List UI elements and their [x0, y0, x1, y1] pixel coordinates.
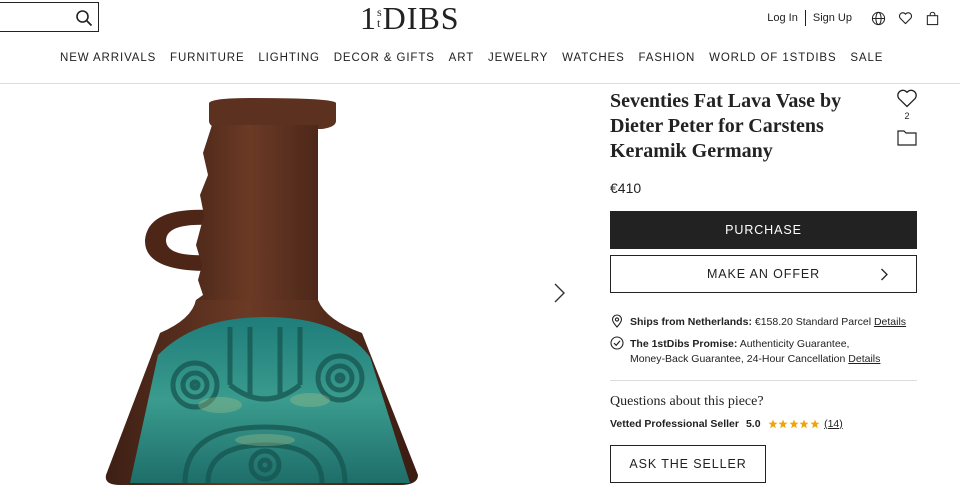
logo-dibs: DIBS — [382, 0, 460, 36]
promise-line1: Authenticity Guarantee, — [737, 338, 850, 350]
nav-jewelry[interactable]: JEWELRY — [488, 52, 548, 64]
globe-icon[interactable] — [870, 10, 886, 26]
seller-status: Vetted Professional Seller — [610, 418, 739, 430]
vase-illustration — [105, 98, 419, 485]
logo-st: s t — [377, 6, 382, 30]
seller-rating: Vetted Professional Seller 5.0 (14) — [610, 418, 843, 430]
review-count-link[interactable]: (14) — [824, 418, 843, 430]
shipping-details-link[interactable]: Details — [874, 316, 906, 328]
favorite-count: 2 — [904, 111, 910, 121]
shipping-detail: €158.20 Standard Parcel — [751, 316, 874, 328]
rating-value: 5.0 — [745, 418, 761, 430]
nav-watches[interactable]: WATCHES — [562, 52, 625, 64]
main-nav: NEW ARRIVALS FURNITURE LIGHTING DECOR & … — [0, 52, 960, 64]
nav-furniture[interactable]: FURNITURE — [170, 52, 245, 64]
chevron-right-icon — [881, 268, 888, 281]
star-rating — [768, 419, 821, 429]
nav-art[interactable]: ART — [449, 52, 475, 64]
star-icon — [778, 419, 788, 429]
signup-link[interactable]: Sign Up — [806, 12, 859, 24]
star-icon — [810, 419, 820, 429]
shipping-label: Ships from Netherlands: — [630, 316, 752, 328]
account-links: Log In Sign Up — [760, 8, 940, 28]
promise-label: The 1stDibs Promise: — [630, 338, 738, 350]
questions-heading: Questions about this piece? — [610, 394, 764, 409]
section-divider — [610, 380, 917, 381]
nav-fashion[interactable]: FASHION — [638, 52, 695, 64]
bag-icon[interactable] — [924, 10, 940, 26]
folder-icon[interactable] — [897, 129, 917, 146]
nav-sale[interactable]: SALE — [850, 52, 883, 64]
location-pin-icon — [611, 314, 623, 328]
nav-lighting[interactable]: LIGHTING — [258, 52, 320, 64]
promise-line2: Money-Back Guarantee, 24-Hour Cancellati… — [630, 353, 849, 365]
logo-t: t — [377, 16, 381, 30]
next-image-chevron-icon[interactable] — [552, 282, 566, 304]
star-icon — [768, 419, 778, 429]
nav-world-of-1stdibs[interactable]: WORLD OF 1STDIBS — [709, 52, 837, 64]
purchase-button[interactable]: PURCHASE — [610, 211, 917, 249]
login-link[interactable]: Log In — [760, 12, 805, 24]
ask-seller-button[interactable]: ASK THE SELLER — [610, 445, 766, 483]
make-offer-button[interactable]: MAKE AN OFFER — [610, 255, 917, 293]
product-title: Seventies Fat Lava Vase by Dieter Peter … — [610, 90, 842, 162]
site-logo[interactable]: 1 s t DIBS — [360, 0, 460, 36]
header-divider — [0, 83, 960, 84]
favorite-heart-icon[interactable] — [896, 88, 918, 108]
product-price: €410 — [610, 180, 642, 196]
product-image[interactable] — [100, 95, 430, 490]
star-icon — [789, 419, 799, 429]
search-input[interactable] — [3, 7, 69, 27]
logo-one: 1 — [360, 0, 376, 36]
search-box[interactable] — [0, 2, 99, 32]
search-icon[interactable] — [75, 9, 93, 27]
nav-decor-gifts[interactable]: DECOR & GIFTS — [334, 52, 435, 64]
make-offer-label: MAKE AN OFFER — [706, 267, 821, 281]
star-icon — [799, 419, 809, 429]
nav-new-arrivals[interactable]: NEW ARRIVALS — [60, 52, 156, 64]
heart-icon[interactable] — [897, 10, 913, 26]
check-circle-icon — [610, 336, 624, 350]
promise-details-link[interactable]: Details — [848, 353, 880, 365]
